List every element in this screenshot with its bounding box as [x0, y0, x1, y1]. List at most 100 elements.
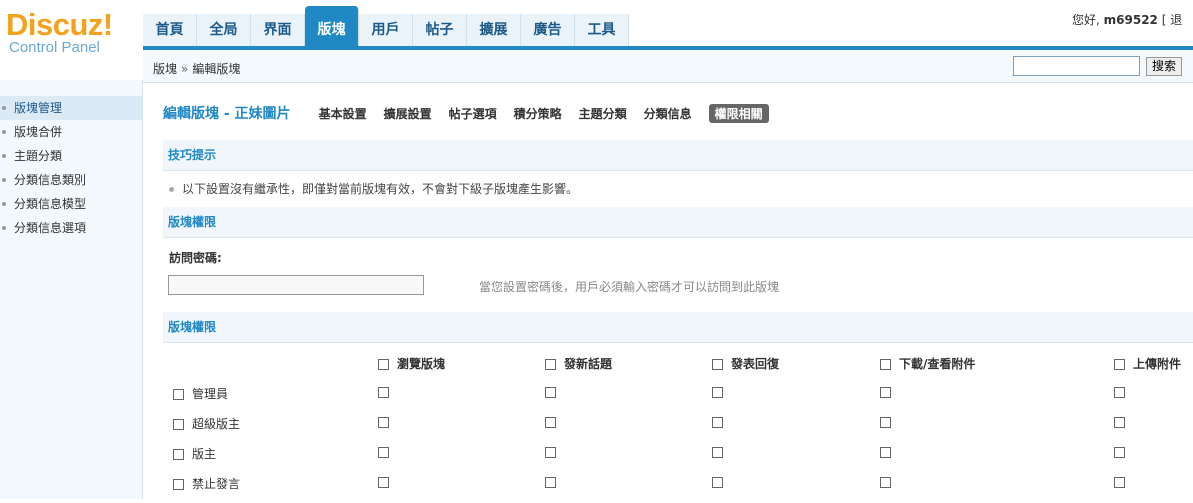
nav-tab-forums[interactable]: 版塊	[305, 6, 359, 46]
user-bar: 您好, m69522 [ 退	[1072, 11, 1182, 28]
greeting-text: 您好,	[1072, 13, 1100, 27]
row-label-banned: 禁止發言	[173, 475, 240, 492]
perm-checkbox[interactable]	[880, 387, 891, 398]
perm-checkbox[interactable]	[1114, 447, 1125, 458]
nav-tab-posts[interactable]: 帖子	[413, 14, 467, 46]
row-label-super-mod: 超級版主	[173, 415, 240, 432]
col-header-label: 發表回復	[731, 357, 780, 371]
row-label-text: 管理員	[192, 387, 229, 401]
discuz-logo[interactable]: Discuz! Control Panel	[6, 7, 136, 56]
row-select-mod-checkbox[interactable]	[173, 449, 184, 460]
col-header-reply: 發表回復	[712, 355, 779, 372]
row-label-mod: 版主	[173, 445, 216, 462]
perm-checkbox[interactable]	[712, 387, 723, 398]
nav-tab-users[interactable]: 用戶	[359, 14, 413, 46]
tab-credit-policy[interactable]: 積分策略	[514, 105, 562, 122]
main-nav: 首頁 全局 界面 版塊 用戶 帖子 擴展 廣告 工具	[143, 6, 629, 46]
row-label-text: 超級版主	[192, 417, 241, 431]
tab-permissions[interactable]: 權限相關	[708, 103, 769, 123]
perm-checkbox[interactable]	[880, 447, 891, 458]
perm-checkbox[interactable]	[1114, 387, 1125, 398]
sidebar-item-sort-options[interactable]: 分類信息選項	[0, 216, 142, 240]
permission-table-heading: 版塊權限	[163, 312, 1193, 343]
perm-checkbox[interactable]	[1114, 417, 1125, 428]
tab-post-options[interactable]: 帖子選項	[449, 105, 497, 122]
perm-checkbox[interactable]	[712, 477, 723, 488]
sidebar-item-thread-types[interactable]: 主題分類	[0, 144, 142, 168]
logout-link[interactable]: [ 退	[1162, 13, 1183, 27]
col-header-label: 瀏覽版塊	[397, 357, 446, 371]
tab-thread-types[interactable]: 主題分類	[579, 105, 627, 122]
tab-sort-info[interactable]: 分類信息	[644, 105, 692, 122]
bullet-icon	[169, 187, 174, 192]
nav-tab-home[interactable]: 首頁	[143, 14, 197, 46]
select-all-download-checkbox[interactable]	[880, 359, 891, 370]
nav-tab-global[interactable]: 全局	[197, 14, 251, 46]
breadcrumb: 版塊 » 編輯版塊	[153, 60, 240, 77]
perm-checkbox[interactable]	[712, 417, 723, 428]
select-all-newthread-checkbox[interactable]	[545, 359, 556, 370]
password-row: 當您設置密碼後，用戶必須輸入密碼才可以訪問到此版塊	[163, 272, 1193, 304]
col-header-label: 發新話題	[564, 357, 613, 371]
sidebar: 版塊管理 版塊合併 主題分類 分類信息類別 分類信息模型 分類信息選項	[0, 80, 143, 499]
row-label-text: 版主	[192, 447, 217, 461]
nav-tab-interface[interactable]: 界面	[251, 14, 305, 46]
row-select-banned-checkbox[interactable]	[173, 479, 184, 490]
row-select-supermod-checkbox[interactable]	[173, 419, 184, 430]
perm-checkbox[interactable]	[545, 477, 556, 488]
perm-checkbox[interactable]	[1114, 477, 1125, 488]
perm-checkbox[interactable]	[712, 447, 723, 458]
top-bar: Discuz! Control Panel 首頁 全局 界面 版塊 用戶 帖子 …	[0, 0, 1193, 56]
tab-basic-settings[interactable]: 基本設置	[319, 105, 367, 122]
col-header-view-forum: 瀏覽版塊	[378, 355, 445, 372]
breadcrumb-forums[interactable]: 版塊	[153, 62, 177, 76]
col-header-label: 下載/查看附件	[899, 357, 976, 371]
select-all-view-checkbox[interactable]	[378, 359, 389, 370]
perm-checkbox[interactable]	[545, 417, 556, 428]
logo-sub-text: Control Panel	[9, 39, 100, 56]
main-content: 編輯版塊 - 正妹圖片 基本設置 擴展設置 帖子選項 積分策略 主題分類 分類信…	[163, 98, 1193, 503]
row-label-admin: 管理員	[173, 385, 228, 402]
sidebar-item-sort-models[interactable]: 分類信息模型	[0, 192, 142, 216]
username: m69522	[1103, 13, 1158, 27]
col-header-upload: 上傳附件	[1114, 355, 1181, 372]
tip-text: 以下設置沒有繼承性，即僅對當前版塊有效，不會對下級子版塊產生影響。	[182, 182, 579, 196]
perm-checkbox[interactable]	[880, 417, 891, 428]
sidebar-item-forum-manage[interactable]: 版塊管理	[0, 96, 142, 120]
perm-checkbox[interactable]	[378, 447, 389, 458]
sidebar-item-sort-categories[interactable]: 分類信息類別	[0, 168, 142, 192]
nav-tab-ads[interactable]: 廣告	[521, 14, 575, 46]
row-label-text: 禁止發言	[192, 477, 241, 491]
perm-checkbox[interactable]	[880, 477, 891, 488]
tab-extended-settings[interactable]: 擴展設置	[384, 105, 432, 122]
page-title: 編輯版塊 - 正妹圖片	[163, 106, 291, 122]
password-label: 訪問密碼:	[169, 251, 222, 265]
perm-checkbox[interactable]	[545, 447, 556, 458]
password-hint: 當您設置密碼後，用戶必須輸入密碼才可以訪問到此版塊	[479, 280, 780, 294]
forum-permission-heading: 版塊權限	[163, 207, 1193, 238]
select-all-upload-checkbox[interactable]	[1114, 359, 1125, 370]
select-all-reply-checkbox[interactable]	[712, 359, 723, 370]
perm-checkbox[interactable]	[545, 387, 556, 398]
breadcrumb-separator: »	[181, 62, 189, 76]
search-button[interactable]: 搜索	[1146, 57, 1182, 76]
perm-checkbox[interactable]	[378, 477, 389, 488]
sidebar-item-forum-merge[interactable]: 版塊合併	[0, 120, 142, 144]
logo-main-text: Discuz!	[6, 7, 113, 42]
permission-table: 瀏覽版塊 發新話題 發表回復 下載/查看附件 上傳附件 管理員 超級版主 版主 …	[163, 343, 1193, 503]
col-header-new-thread: 發新話題	[545, 355, 612, 372]
perm-checkbox[interactable]	[378, 387, 389, 398]
col-header-download: 下載/查看附件	[880, 355, 975, 372]
sub-bar: 版塊 » 編輯版塊 搜索	[143, 50, 1193, 83]
tips-heading: 技巧提示	[163, 140, 1193, 171]
page-header: 編輯版塊 - 正妹圖片 基本設置 擴展設置 帖子選項 積分策略 主題分類 分類信…	[163, 98, 1193, 128]
password-input[interactable]	[168, 275, 424, 295]
tip-item: 以下設置沒有繼承性，即僅對當前版塊有效，不會對下級子版塊產生影響。	[163, 171, 1193, 207]
breadcrumb-edit-forum: 編輯版塊	[192, 62, 241, 76]
col-header-label: 上傳附件	[1133, 357, 1182, 371]
search-input[interactable]	[1013, 56, 1140, 76]
perm-checkbox[interactable]	[378, 417, 389, 428]
nav-tab-tools[interactable]: 工具	[575, 14, 629, 46]
nav-tab-extensions[interactable]: 擴展	[467, 14, 521, 46]
row-select-admin-checkbox[interactable]	[173, 389, 184, 400]
